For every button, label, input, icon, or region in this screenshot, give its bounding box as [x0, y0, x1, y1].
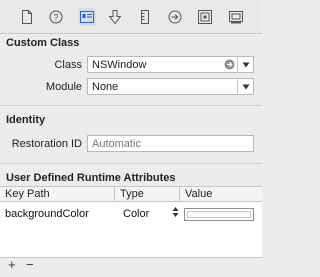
column-header-key-path[interactable]: Key Path: [0, 187, 115, 201]
identity-title: Identity: [6, 114, 46, 126]
module-label: Module: [45, 81, 82, 93]
color-well[interactable]: [184, 208, 254, 221]
color-swatch: [187, 211, 251, 218]
row-type[interactable]: Color: [123, 208, 149, 220]
column-header-type[interactable]: Type: [115, 187, 180, 201]
file-icon[interactable]: [18, 8, 36, 26]
bindings-icon[interactable]: [196, 8, 214, 26]
svg-text:?: ?: [53, 13, 58, 23]
size-ruler-icon[interactable]: [136, 8, 154, 26]
attributes-icon[interactable]: [106, 8, 124, 26]
connections-icon[interactable]: [166, 8, 184, 26]
help-icon[interactable]: ?: [47, 8, 65, 26]
add-attribute-button[interactable]: +: [8, 258, 16, 271]
restoration-id-label: Restoration ID: [11, 138, 82, 150]
custom-class-title: Custom Class: [6, 37, 80, 49]
go-arrow-icon[interactable]: [222, 57, 237, 72]
module-value: None: [92, 81, 119, 93]
module-combobox[interactable]: None: [87, 78, 254, 95]
class-label: Class: [54, 59, 82, 71]
inspector-toolbar: ?: [0, 0, 262, 34]
effects-icon[interactable]: [227, 8, 245, 26]
runtime-attributes-table: Key Path Type Value backgroundColor Colo…: [0, 186, 262, 258]
class-value: NSWindow: [92, 59, 147, 71]
class-combobox[interactable]: NSWindow: [87, 56, 254, 73]
column-header-value[interactable]: Value: [180, 187, 262, 201]
table-header: Key Path Type Value: [0, 187, 262, 202]
section-divider: [0, 163, 262, 164]
class-dropdown-icon[interactable]: [237, 57, 253, 72]
runtime-attributes-title: User Defined Runtime Attributes: [6, 172, 176, 184]
type-stepper-icon[interactable]: [172, 206, 179, 221]
restoration-id-input[interactable]: [87, 135, 254, 152]
section-divider: [0, 105, 262, 106]
remove-attribute-button[interactable]: −: [26, 258, 34, 271]
identity-icon[interactable]: [78, 8, 96, 26]
module-dropdown-icon[interactable]: [237, 79, 253, 94]
row-key-path[interactable]: backgroundColor: [5, 208, 89, 220]
